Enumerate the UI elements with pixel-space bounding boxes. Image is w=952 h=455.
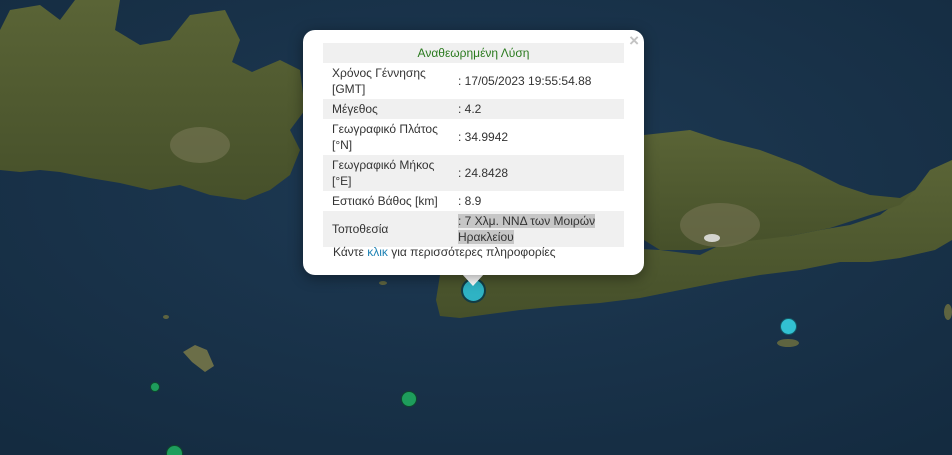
table-row: Γεωγραφικό Πλάτος [°N] : 34.9942 (323, 119, 624, 155)
islet-east (944, 304, 952, 320)
latitude-value: : 34.9942 (458, 130, 509, 144)
earthquake-popup: × Αναθεωρημένη Λύση Χρόνος Γέννησης [GMT… (303, 30, 644, 275)
close-icon[interactable]: × (629, 32, 639, 49)
origin-time-value: : 17/05/2023 19:55:54.88 (458, 74, 592, 88)
location-label: Τοποθεσία (323, 211, 449, 247)
longitude-value: : 24.8428 (449, 155, 624, 191)
earthquake-marker-bottom[interactable] (166, 445, 183, 455)
depth-label: Εστιακό Βάθος [km] (332, 194, 438, 208)
table-row: Μέγεθος : 4.2 (323, 99, 624, 119)
snow-patch (704, 234, 720, 242)
table-row: Τοποθεσία : 7 Χλμ. ΝΝΔ των Μοιρών Ηρακλε… (323, 211, 624, 247)
table-row: Εστιακό Βάθος [km] : 8.9 (323, 191, 624, 211)
islet-small (163, 315, 169, 319)
mountain-area-west (170, 127, 230, 163)
latitude-label: Γεωγραφικό Πλάτος [°N] (332, 122, 438, 152)
more-info-link[interactable]: κλικ (367, 245, 388, 259)
earthquake-marker-southwest[interactable] (150, 382, 160, 392)
popup-title: Αναθεωρημένη Λύση (323, 43, 624, 63)
more-info-prefix: Κάντε (333, 245, 368, 259)
table-row: Αναθεωρημένη Λύση (323, 43, 624, 63)
table-row: Γεωγραφικό Μήκος [°E] : 24.8428 (323, 155, 624, 191)
mountain-area-east (680, 203, 760, 247)
more-info-suffix: για περισσότερες πληροφορίες (387, 245, 556, 259)
location-value-cell: : 7 Χλμ. ΝΝΔ των Μοιρών Ηρακλείου (449, 211, 624, 247)
chrysi-island (777, 339, 799, 347)
earthquake-marker-south[interactable] (401, 391, 417, 407)
earthquake-marker-east[interactable] (780, 318, 797, 335)
table-row: Χρόνος Γέννησης [GMT] : 17/05/2023 19:55… (323, 63, 624, 99)
magnitude-label: Μέγεθος (323, 99, 449, 119)
more-info-line: Κάντε κλικ για περισσότερες πληροφορίες (333, 245, 556, 259)
longitude-label: Γεωγραφικό Μήκος [°E] (323, 155, 449, 191)
magnitude-value: : 4.2 (449, 99, 624, 119)
depth-value: : 8.9 (458, 194, 482, 208)
location-value: : 7 Χλμ. ΝΝΔ των Μοιρών Ηρακλείου (458, 214, 596, 244)
origin-time-label: Χρόνος Γέννησης [GMT] (332, 66, 426, 96)
earthquake-info-table: Αναθεωρημένη Λύση Χρόνος Γέννησης [GMT] … (323, 43, 624, 247)
islet-small-2 (379, 281, 387, 285)
